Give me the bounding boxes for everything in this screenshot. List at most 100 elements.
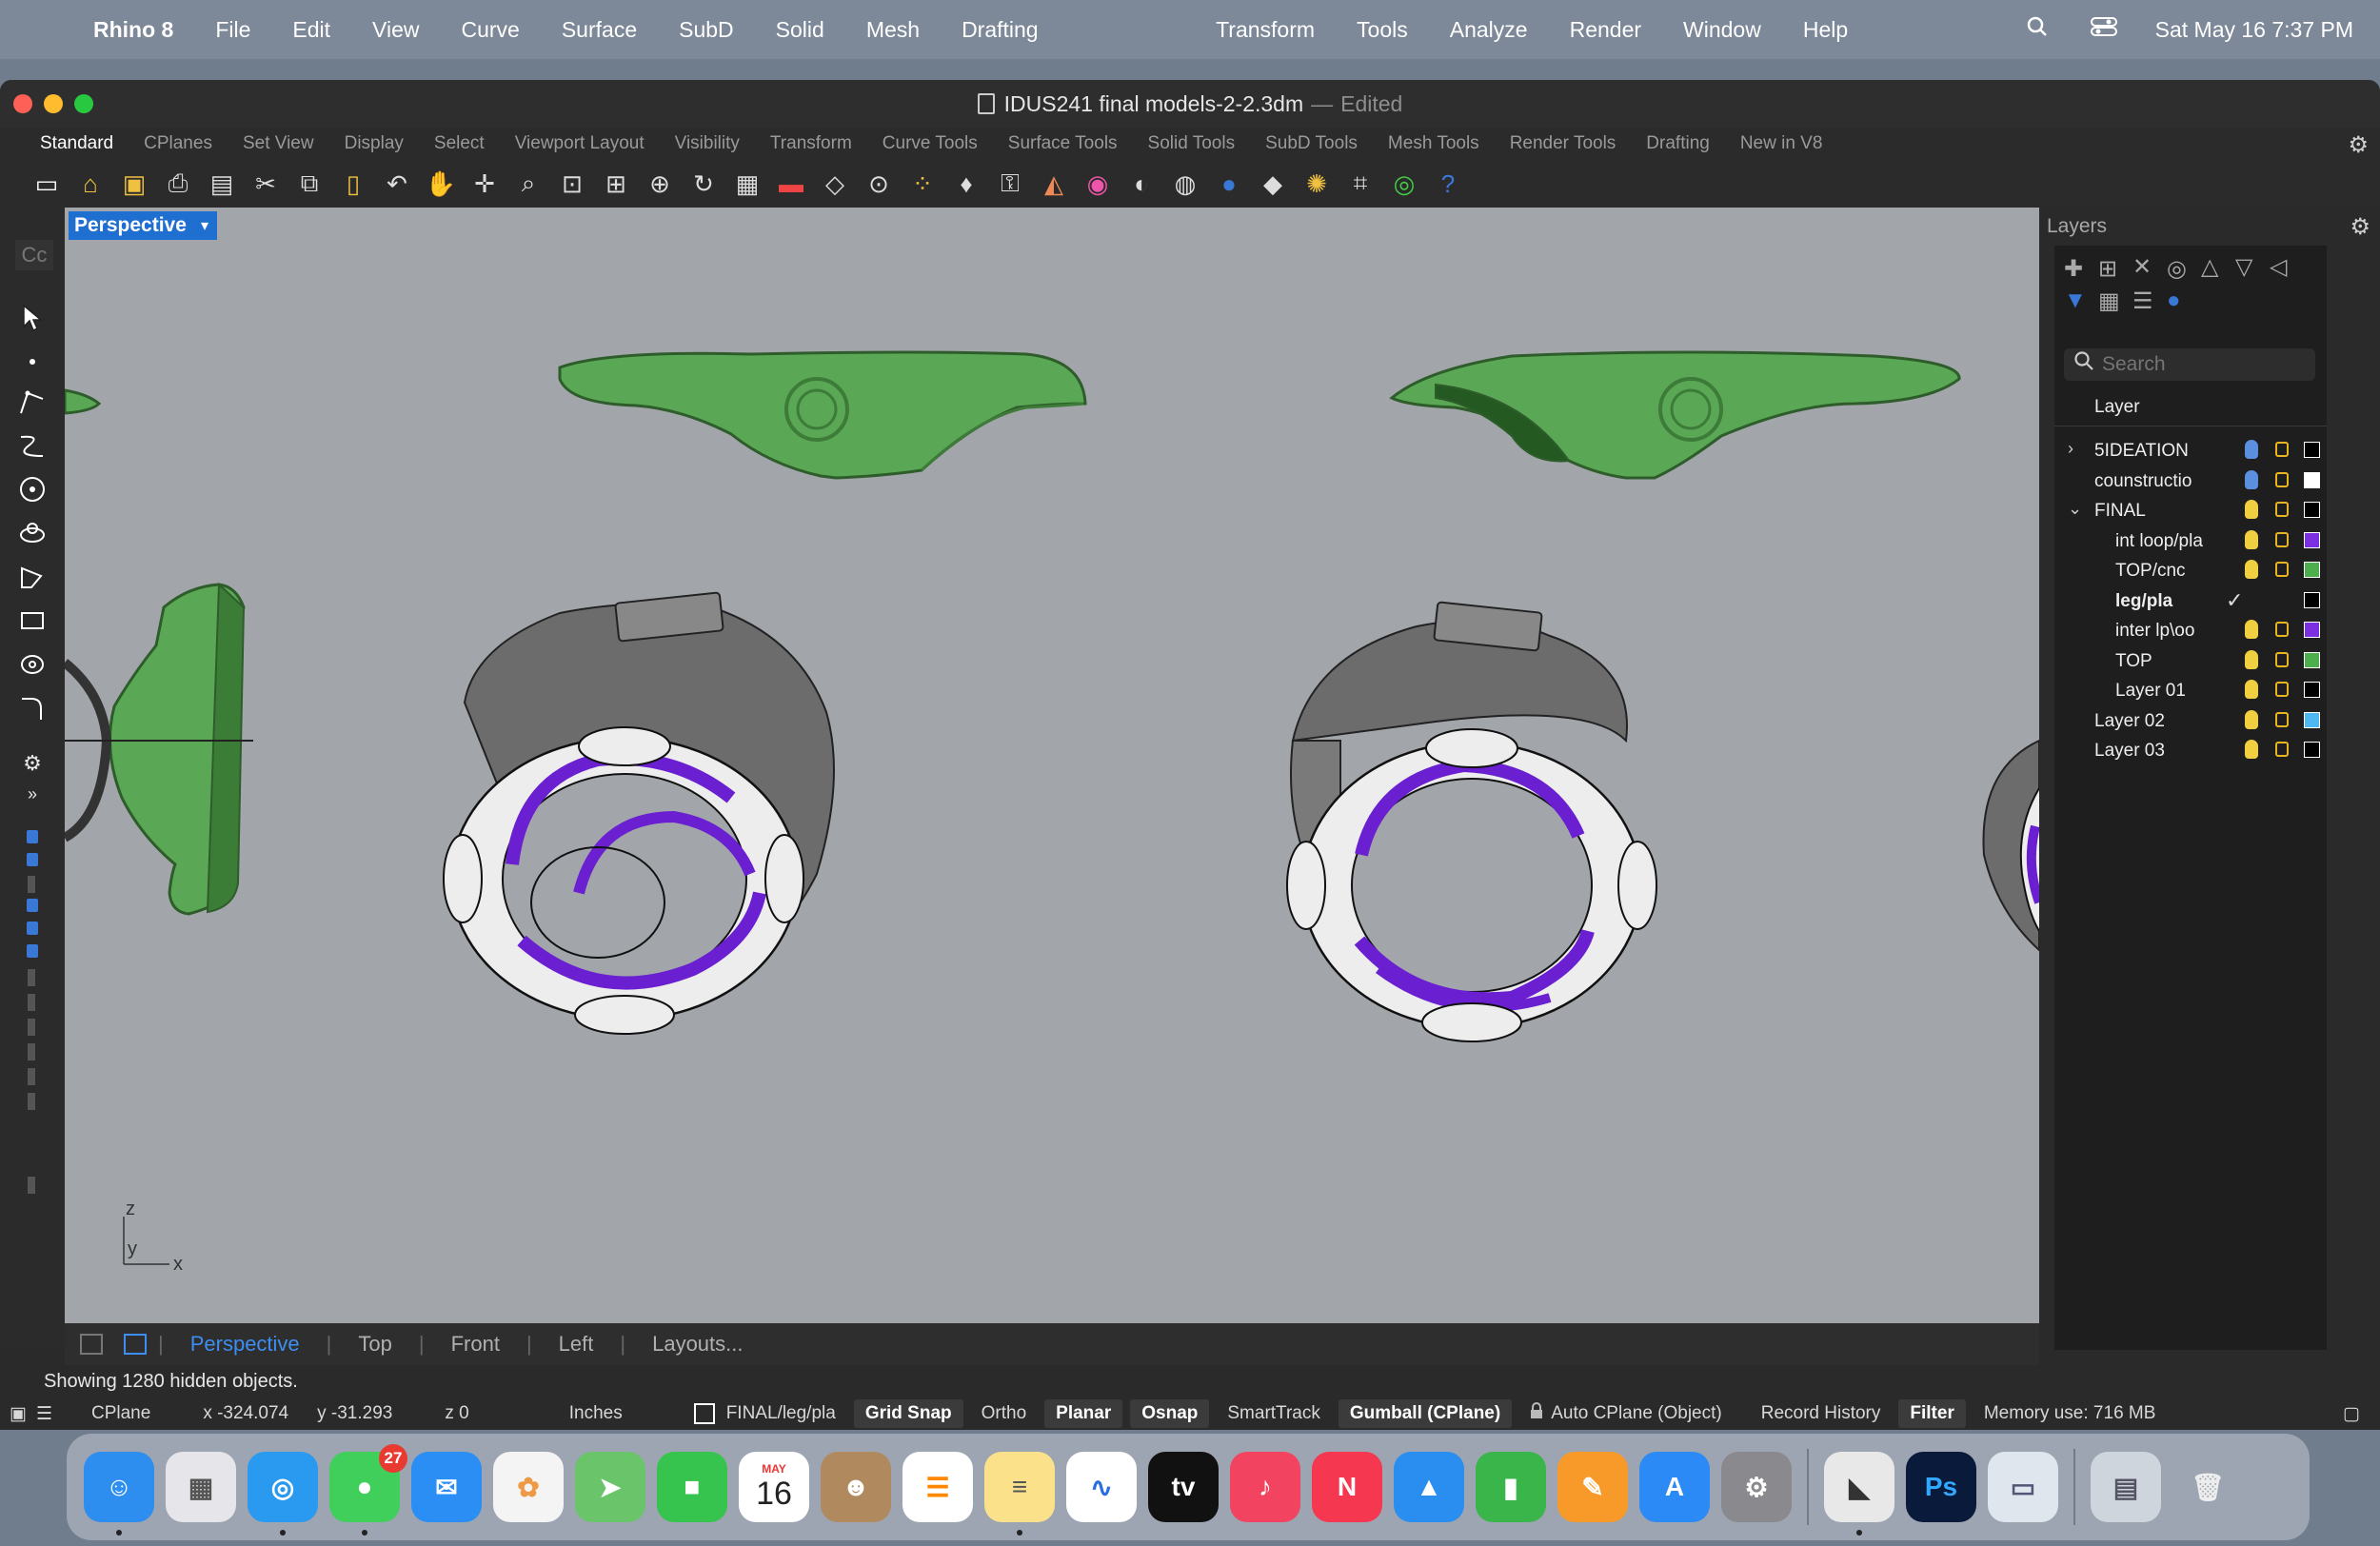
music-icon[interactable]: ♪ bbox=[1230, 1452, 1300, 1522]
layer-row[interactable]: counstructio bbox=[2054, 466, 2327, 496]
layer-name[interactable]: Layer 02 bbox=[2094, 711, 2165, 732]
toolbar-tab-subd-tools[interactable]: SubD Tools bbox=[1250, 128, 1373, 160]
trash-icon[interactable]: 🗑 bbox=[2172, 1452, 2243, 1522]
visibility-bulb-icon[interactable] bbox=[2245, 649, 2258, 669]
menu-list-icon[interactable]: ☰ bbox=[32, 1403, 67, 1425]
layer-name[interactable]: inter lp\oo bbox=[2115, 621, 2194, 642]
cut-icon[interactable]: ✂ bbox=[248, 166, 284, 202]
close-window-button[interactable] bbox=[13, 94, 32, 113]
filter-toggle[interactable]: Filter bbox=[1898, 1399, 1966, 1428]
layer-row[interactable]: int loop/pla bbox=[2054, 526, 2327, 556]
calendar-icon[interactable]: MAY 16 bbox=[739, 1452, 809, 1522]
menu-transform[interactable]: Transform bbox=[1195, 17, 1336, 43]
unlock-icon[interactable] bbox=[2275, 651, 2289, 667]
osnap-toggle[interactable]: Osnap bbox=[1130, 1399, 1210, 1428]
paste-icon[interactable]: ▯ bbox=[335, 166, 371, 202]
layer-name[interactable]: leg/pla bbox=[2115, 591, 2172, 612]
maps-icon[interactable]: ➤ bbox=[575, 1452, 645, 1522]
launchpad-icon[interactable]: ▦ bbox=[166, 1452, 236, 1522]
layer-name[interactable]: 5IDEATION bbox=[2094, 441, 2189, 462]
menu-view[interactable]: View bbox=[351, 17, 440, 43]
visibility-bulb-icon[interactable] bbox=[2245, 560, 2258, 579]
unlock-icon[interactable] bbox=[2275, 531, 2289, 547]
layer-row[interactable]: TOP/cnc bbox=[2054, 556, 2327, 585]
layer-name[interactable]: FINAL bbox=[2094, 501, 2146, 522]
layer-row[interactable]: TOP bbox=[2054, 646, 2327, 676]
minimize-window-button[interactable] bbox=[44, 94, 63, 113]
toolbar-tab-solid-tools[interactable]: Solid Tools bbox=[1133, 128, 1251, 160]
osnap-checkbox[interactable] bbox=[27, 853, 38, 866]
move-layer-up-icon[interactable]: △ bbox=[2201, 253, 2218, 281]
zoom-window-icon[interactable]: ⊡ bbox=[554, 166, 590, 202]
visibility-bulb-icon[interactable] bbox=[2245, 500, 2258, 519]
app-store-icon[interactable]: A bbox=[1639, 1452, 1710, 1522]
layer-color-swatch[interactable] bbox=[2304, 651, 2320, 668]
layer-color-swatch[interactable] bbox=[2304, 442, 2320, 458]
gumball-toggle[interactable]: Gumball (CPlane) bbox=[1338, 1399, 1513, 1428]
osnap-checkbox[interactable] bbox=[27, 922, 38, 935]
solid-icon[interactable] bbox=[13, 645, 51, 684]
layer-name[interactable]: Layer 01 bbox=[2115, 681, 2186, 702]
layer-row[interactable]: leg/pla ✓ bbox=[2054, 586, 2327, 616]
notes-app-icon[interactable]: ≡ bbox=[984, 1452, 1055, 1536]
pan-icon[interactable]: ✋ bbox=[423, 166, 459, 202]
command-prompt[interactable]: Cc bbox=[15, 240, 53, 270]
viewport-title[interactable]: Perspective bbox=[69, 211, 192, 240]
osnap-slot[interactable] bbox=[28, 876, 35, 893]
single-view-layout-icon[interactable] bbox=[124, 1334, 147, 1355]
menu-render[interactable]: Render bbox=[1549, 17, 1662, 43]
panel-settings-gear-icon[interactable]: ⚙ bbox=[2350, 213, 2370, 241]
tab-left[interactable]: Left bbox=[532, 1332, 621, 1357]
color-wheel-icon[interactable]: ◉ bbox=[1080, 166, 1116, 202]
unlock-icon[interactable] bbox=[2275, 682, 2289, 697]
layer-row[interactable]: Layer 02 bbox=[2054, 706, 2327, 736]
menu-curve[interactable]: Curve bbox=[440, 17, 540, 43]
osnap-checkbox[interactable] bbox=[27, 899, 38, 912]
messages-icon[interactable]: ● 27 bbox=[329, 1444, 407, 1536]
print-icon[interactable]: ⎙ bbox=[160, 166, 196, 202]
unlock-icon[interactable] bbox=[2275, 622, 2289, 637]
rotate-view-icon[interactable]: ✛ bbox=[466, 166, 503, 202]
visibility-bulb-icon[interactable] bbox=[2245, 440, 2258, 459]
globe-icon[interactable]: ◎ bbox=[1386, 166, 1422, 202]
layer-name[interactable]: TOP bbox=[2115, 651, 2152, 672]
contacts-icon[interactable]: ☻ bbox=[821, 1452, 891, 1522]
fillet-icon[interactable] bbox=[13, 689, 51, 727]
osnap-slot[interactable] bbox=[28, 1043, 35, 1060]
toolbar-tab-display[interactable]: Display bbox=[329, 128, 419, 160]
toolbar-tab-visibility[interactable]: Visibility bbox=[660, 128, 755, 160]
settings-gear-icon[interactable]: ✺ bbox=[1299, 166, 1335, 202]
layer-color-swatch[interactable] bbox=[2304, 471, 2320, 488]
current-layer[interactable]: FINAL/leg/pla bbox=[726, 1403, 836, 1423]
layer-row[interactable]: ⌄ FINAL bbox=[2054, 496, 2327, 525]
list-view-icon[interactable]: ☰ bbox=[2132, 287, 2153, 315]
unlock-icon[interactable] bbox=[2275, 711, 2289, 727]
undo-icon[interactable]: ↶ bbox=[379, 166, 415, 202]
menu-solid[interactable]: Solid bbox=[755, 17, 845, 43]
render-sphere-icon[interactable]: ● bbox=[1211, 166, 1247, 202]
zoom-selected-icon[interactable]: ⊕ bbox=[642, 166, 678, 202]
osnap-checkbox[interactable] bbox=[27, 830, 38, 843]
system-settings-icon[interactable]: ⚙ bbox=[1721, 1452, 1792, 1522]
toolbar-tab-drafting[interactable]: Drafting bbox=[1631, 128, 1725, 160]
menu-drafting[interactable]: Drafting bbox=[941, 17, 1060, 43]
layer-name[interactable]: int loop/pla bbox=[2115, 531, 2203, 552]
tab-perspective[interactable]: Perspective bbox=[164, 1332, 327, 1357]
menu-analyze[interactable]: Analyze bbox=[1429, 17, 1549, 43]
photos-icon[interactable]: ✿ bbox=[493, 1452, 564, 1522]
toolbar-tab-cplanes[interactable]: CPlanes bbox=[129, 128, 228, 160]
menu-mesh[interactable]: Mesh bbox=[845, 17, 941, 43]
layer-color-swatch[interactable] bbox=[2304, 502, 2320, 518]
unlock-icon[interactable] bbox=[2275, 502, 2289, 517]
auto-cplane-toggle[interactable]: Auto CPlane (Object) bbox=[1547, 1403, 1736, 1424]
menu-surface[interactable]: Surface bbox=[541, 17, 658, 43]
toolbar-tab-render-tools[interactable]: Render Tools bbox=[1495, 128, 1632, 160]
layer-row[interactable]: › 5IDEATION bbox=[2054, 436, 2327, 466]
revolve-icon[interactable] bbox=[13, 514, 51, 552]
toolbar-tab-curve-tools[interactable]: Curve Tools bbox=[867, 128, 993, 160]
osnap-checkbox[interactable] bbox=[27, 944, 38, 958]
layer-name[interactable]: counstructio bbox=[2094, 471, 2192, 492]
menu-subd[interactable]: SubD bbox=[658, 17, 755, 43]
menubar-clock[interactable]: Sat May 16 7:37 PM bbox=[2138, 17, 2380, 43]
freeform-icon[interactable]: ∿ bbox=[1066, 1452, 1137, 1522]
